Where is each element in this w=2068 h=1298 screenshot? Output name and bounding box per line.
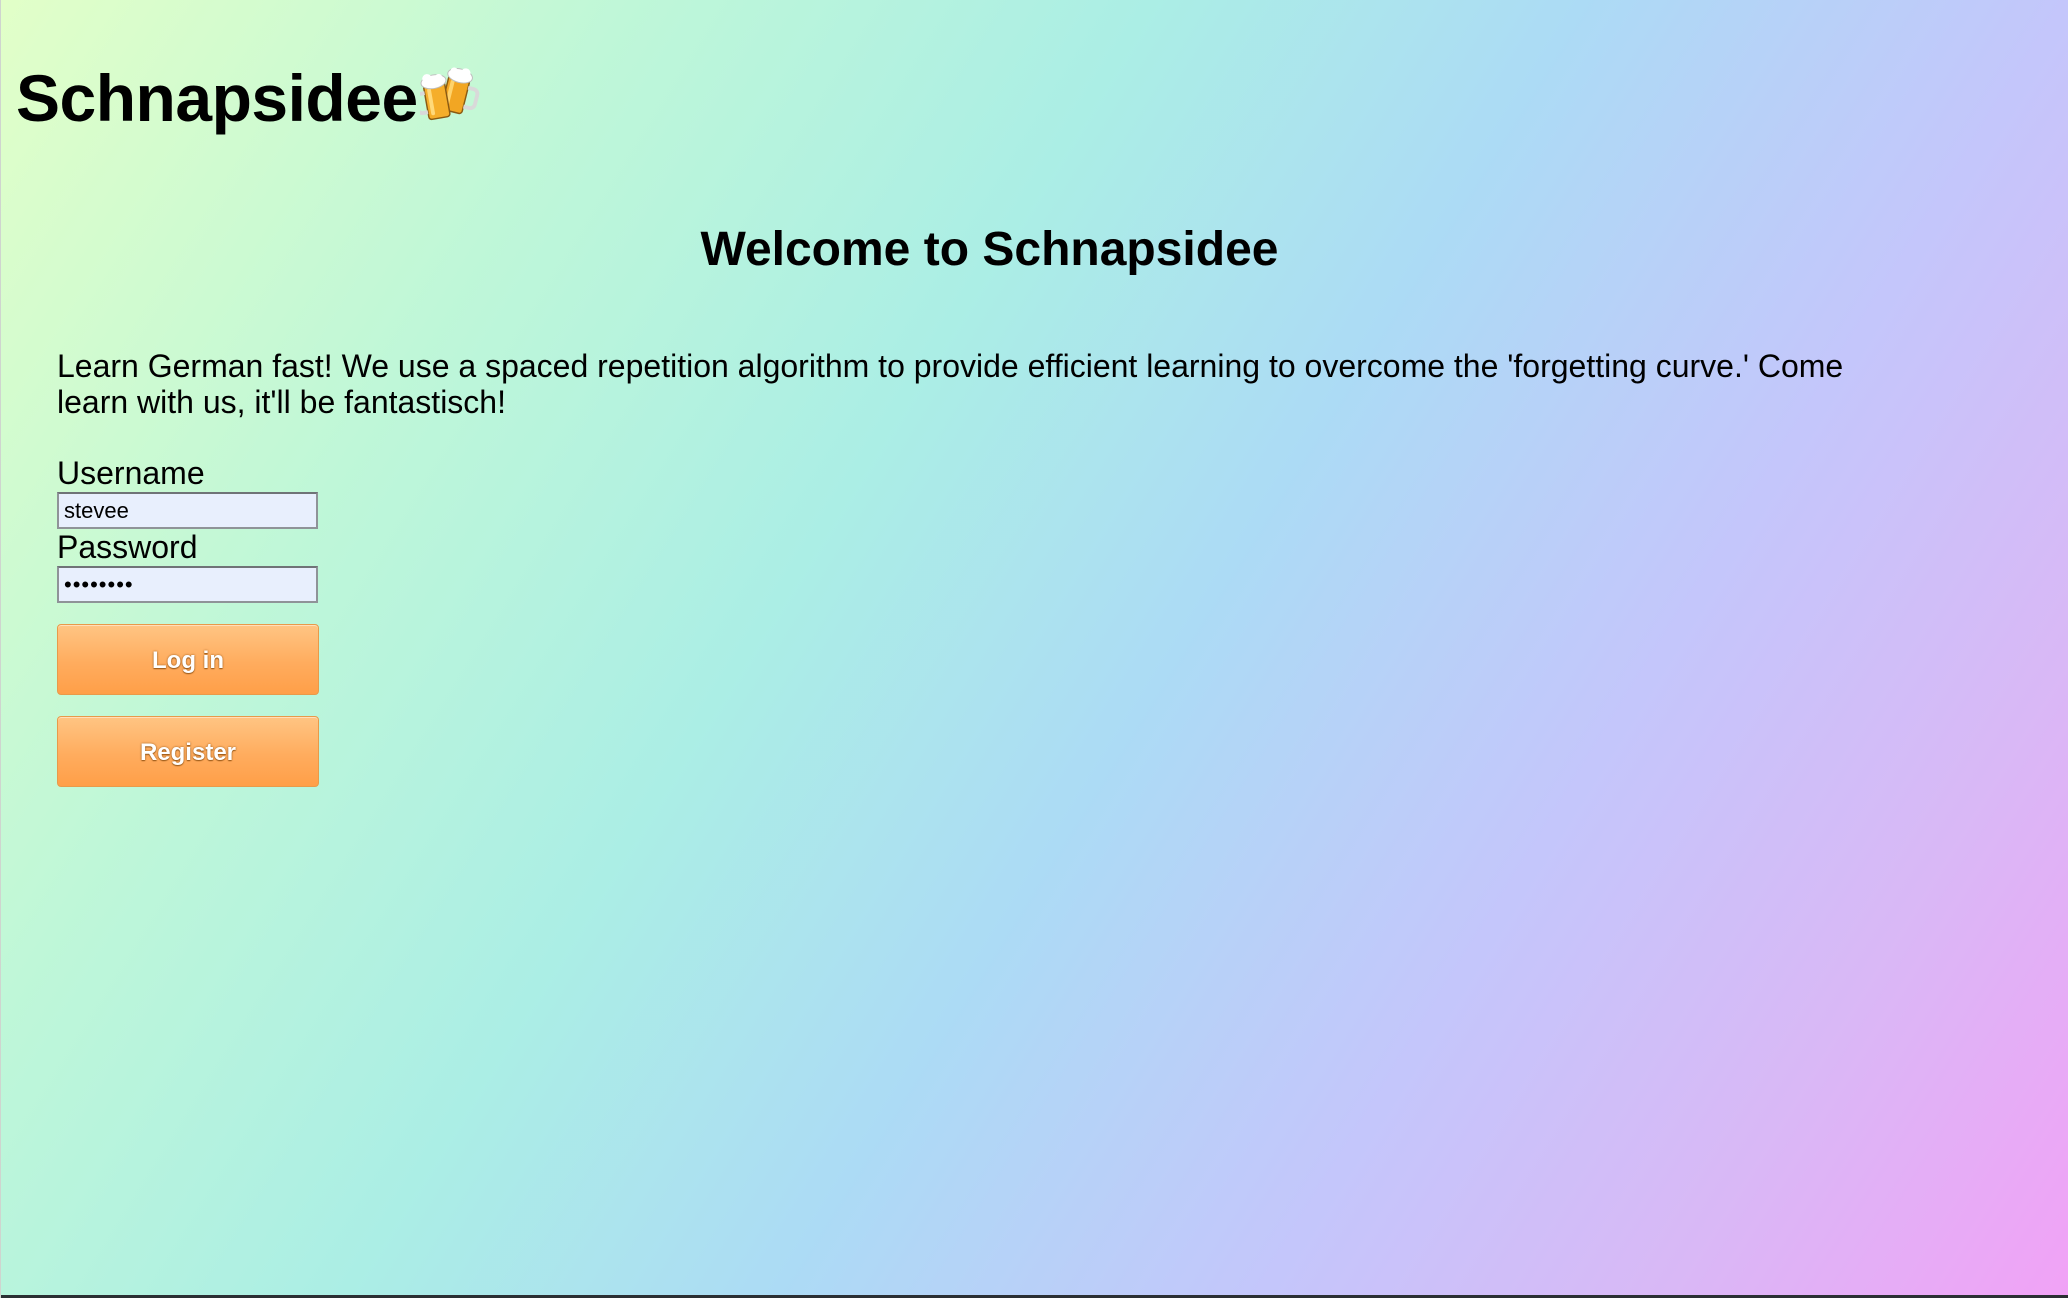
app-title: Schnapsidee — [16, 61, 418, 135]
password-label: Password — [57, 529, 198, 565]
login-button[interactable]: Log in — [57, 624, 319, 695]
intro-text: Learn German fast! We use a spaced repet… — [57, 348, 1844, 420]
username-input[interactable] — [57, 492, 318, 529]
page-title: Welcome to Schnapsidee — [700, 223, 1279, 276]
password-input[interactable] — [57, 566, 318, 603]
register-button[interactable]: Register — [57, 716, 319, 787]
app-header: Schnapsidee — [16, 58, 482, 138]
beer-mugs-icon — [419, 67, 479, 121]
username-label: Username — [57, 455, 205, 491]
